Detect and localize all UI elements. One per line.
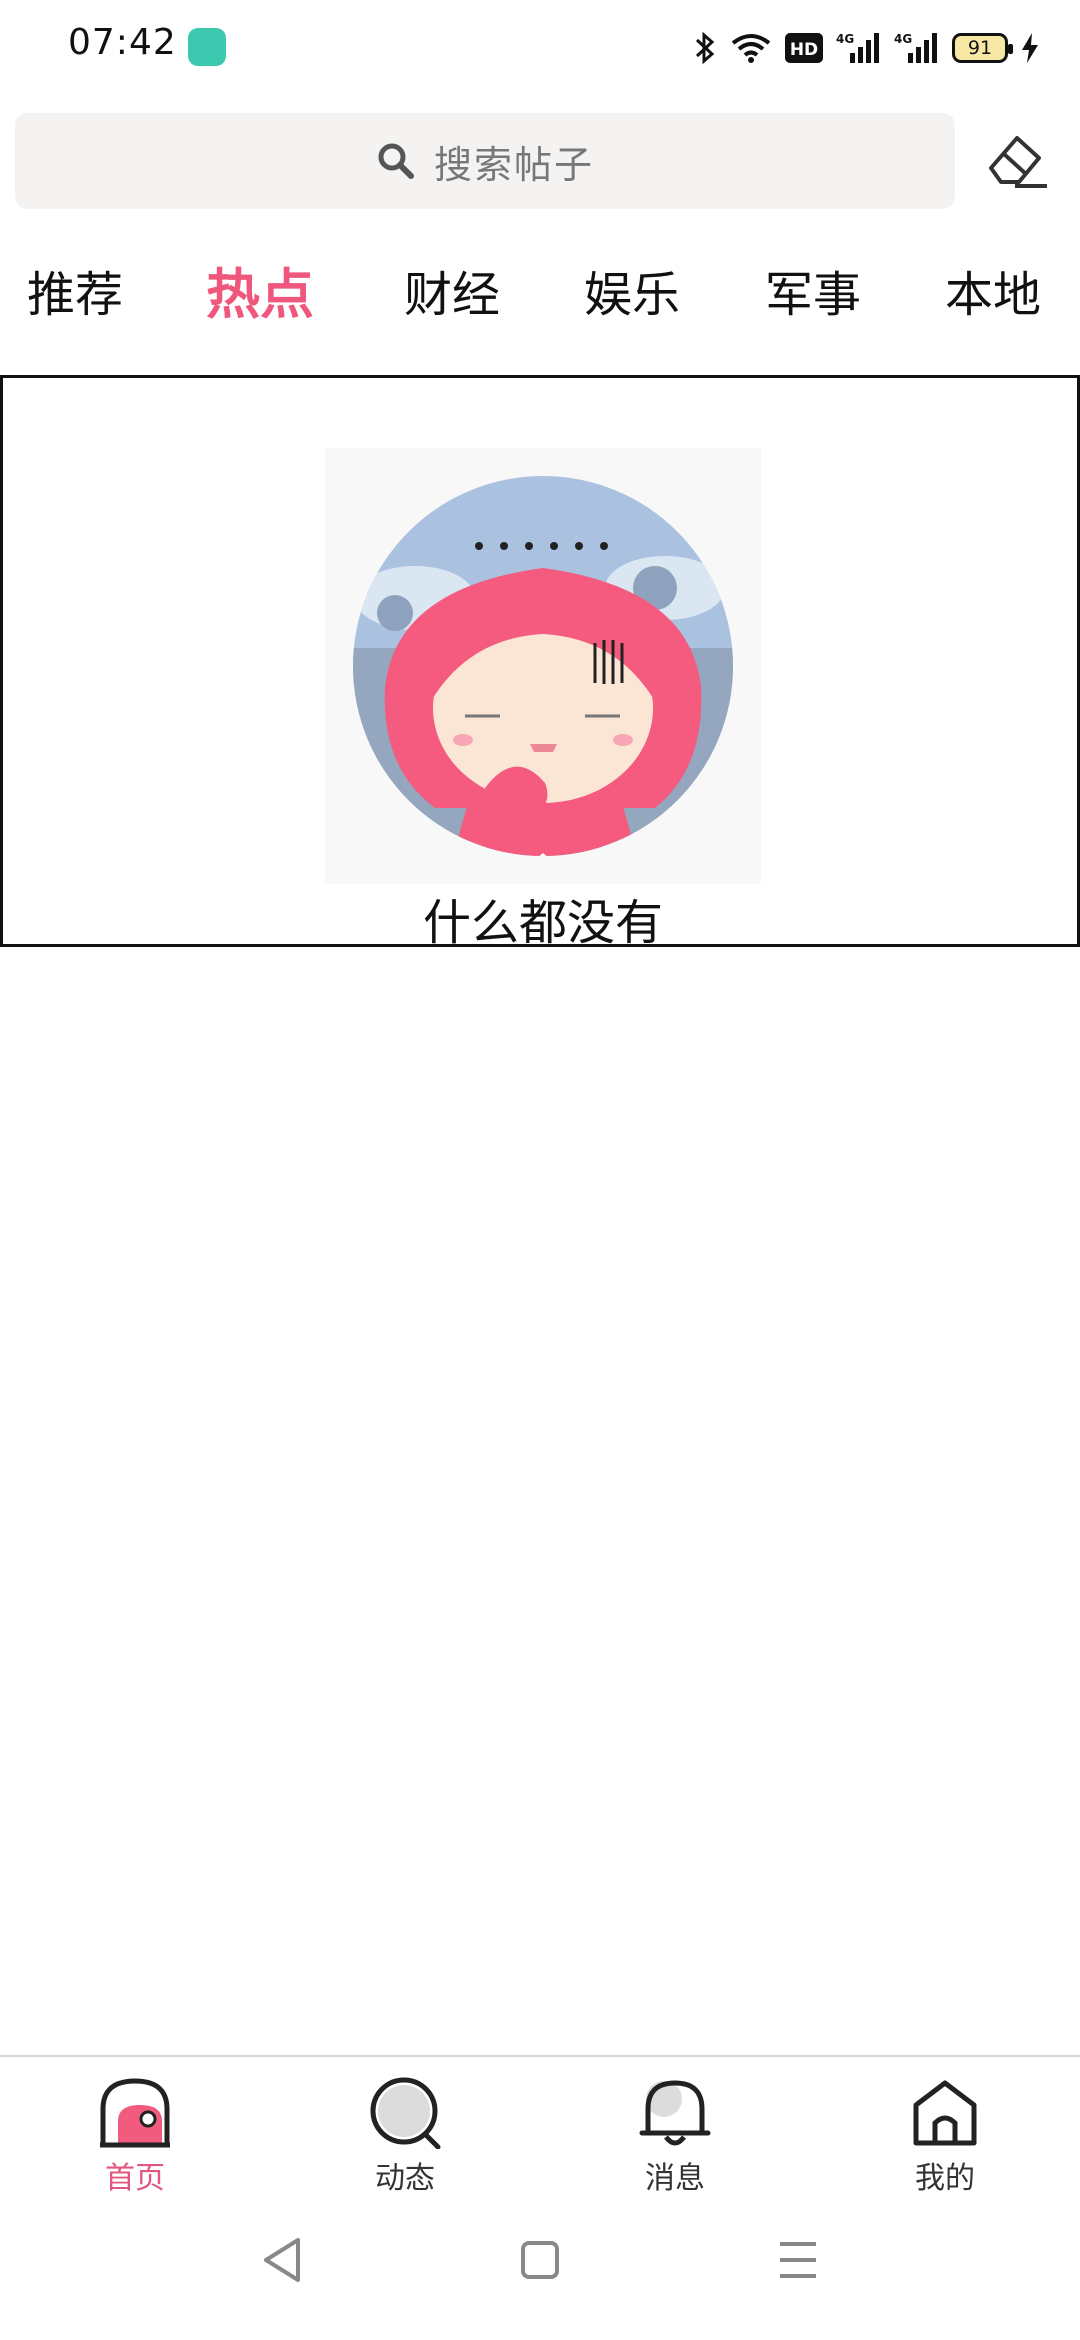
tab-recommend[interactable]: 推荐 — [27, 255, 123, 335]
search-icon — [378, 143, 414, 179]
house-icon — [913, 2080, 977, 2146]
nav-home-label: 首页 — [105, 2161, 165, 2196]
nav-activity-label: 动态 — [375, 2161, 435, 2196]
hd-icon: HD — [785, 33, 823, 63]
wifi-icon — [731, 34, 771, 63]
nav-profile-label: 我的 — [915, 2161, 975, 2196]
nav-messages-label: 消息 — [645, 2161, 705, 2196]
back-icon[interactable] — [252, 2230, 312, 2290]
menu-icon[interactable] — [768, 2230, 828, 2290]
svg-text:4G: 4G — [836, 32, 854, 46]
app-screen: 07:42 HD 4G 4G 91 搜索帖子 推荐 热点 财经 娱乐 军事 本地… — [0, 0, 1080, 2340]
status-time: 07:42 — [68, 22, 177, 63]
tab-entertainment[interactable]: 娱乐 — [584, 255, 680, 335]
empty-state-illustration — [325, 448, 761, 884]
battery-icon: 91 — [952, 33, 1013, 63]
bluetooth-icon — [695, 31, 715, 65]
empty-state-message: 什么都没有 — [422, 895, 663, 951]
nav-messages[interactable]: 消息 — [605, 2077, 745, 2197]
bottom-nav: 首页 动态 消息 我的 — [0, 2055, 1080, 2197]
empty-state-panel: 什么都没有 — [0, 375, 1080, 951]
charging-icon — [1022, 33, 1038, 63]
category-tabs: 推荐 热点 财经 娱乐 军事 本地 — [0, 255, 1080, 335]
search-placeholder: 搜索帖子 — [433, 142, 594, 187]
tab-finance[interactable]: 财经 — [404, 255, 500, 335]
nav-activity[interactable]: 动态 — [335, 2077, 475, 2197]
tab-military[interactable]: 军事 — [765, 255, 861, 335]
signal-4g-icon: 4G — [836, 32, 879, 63]
search-input[interactable]: 搜索帖子 — [15, 113, 955, 209]
tab-local[interactable]: 本地 — [945, 255, 1041, 335]
tab-hot[interactable]: 热点 — [206, 255, 314, 335]
bell-icon — [639, 2080, 711, 2146]
nav-home[interactable]: 首页 — [65, 2077, 205, 2197]
battery-level: 91 — [967, 37, 993, 59]
edit-icon[interactable] — [985, 130, 1051, 192]
home-dome-icon — [100, 2078, 170, 2148]
search-lens-icon — [370, 2077, 441, 2149]
system-nav — [0, 2230, 1080, 2320]
nav-profile[interactable]: 我的 — [875, 2077, 1015, 2197]
status-icons: HD 4G 4G 91 — [692, 26, 1040, 70]
svg-text:4G: 4G — [894, 32, 912, 46]
home-button-icon[interactable] — [510, 2230, 570, 2290]
status-bar: 07:42 HD 4G 4G 91 — [0, 0, 1080, 100]
svg-text:HD: HD — [790, 40, 818, 60]
app-notification-icon — [188, 28, 226, 66]
signal-4g-icon: 4G — [894, 32, 937, 63]
